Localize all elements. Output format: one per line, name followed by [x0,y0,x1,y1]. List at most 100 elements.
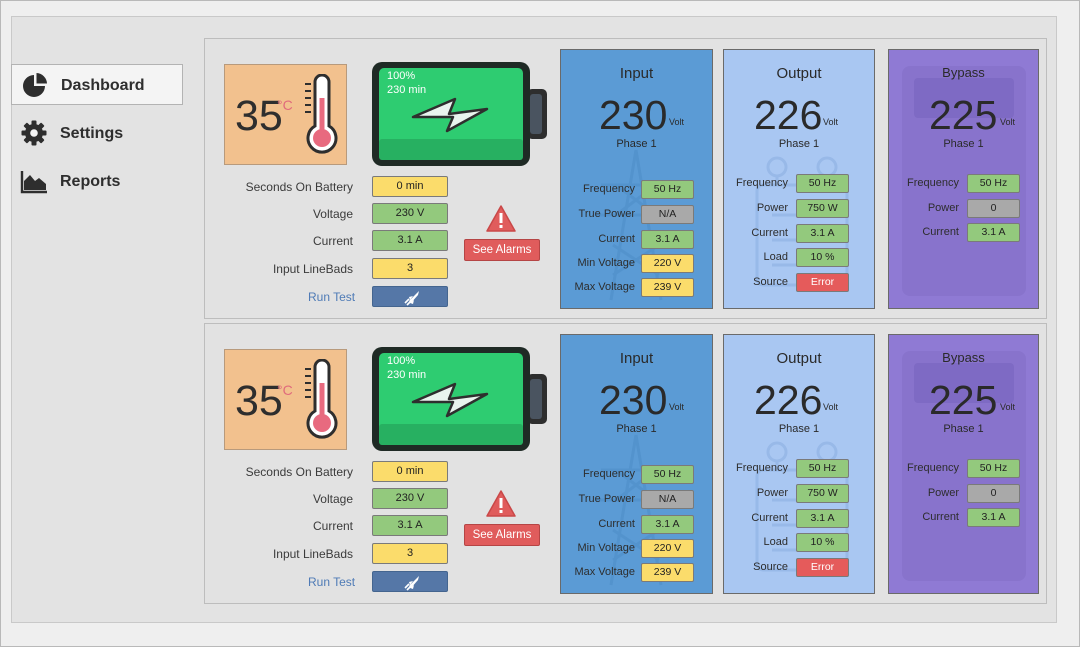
input-row-value: 239 V [641,278,694,297]
input-row-label: Frequency [583,468,635,480]
run-test-button[interactable] [372,286,448,307]
input-row-label: Current [598,233,635,245]
stat-value: 230 V [372,203,448,224]
output-row-label: Source [753,276,788,288]
stat-value: 3.1 A [372,230,448,251]
thermometer-icon [305,359,338,439]
bypass-row-label: Power [927,487,959,499]
bypass-row-label: Current [922,226,959,238]
battery-runtime: 230 min [387,84,427,96]
stat-label: Seconds On Battery [245,465,353,479]
output-title: Output [776,350,822,367]
input-row-label: Max Voltage [574,281,635,293]
sidebar-item-dashboard[interactable]: Dashboard [11,64,183,105]
output-row-label: Frequency [736,462,788,474]
bypass-card: Bypass 225 Volt Phase 1 Frequency 50 Hz Po… [888,49,1039,309]
temperature-unit: °C [277,382,293,398]
input-unit: Volt [669,402,685,412]
warning-icon [486,490,516,517]
input-row-value: 50 Hz [641,180,694,199]
stat-value: 3 [372,543,448,564]
temperature-box: 35 °C [224,64,347,165]
bypass-unit: Volt [1000,402,1016,412]
run-test-link[interactable]: Run Test [308,290,355,304]
input-row-value: 239 V [641,563,694,582]
stat-label: Voltage [312,207,353,221]
stat-label: Input LineBads [272,547,353,561]
input-row-value: 3.1 A [641,230,694,249]
input-voltage: 230 [599,377,668,423]
output-row-label: Power [756,487,788,499]
see-alarms-button[interactable]: See Alarms [464,239,540,261]
stat-label: Seconds On Battery [245,180,353,194]
output-row-label: Load [763,251,788,263]
output-card: Output 226 Volt Phase 1 Frequency 50 Hz Po… [723,334,875,594]
output-unit: Volt [823,117,839,127]
stat-value: 0 min [372,461,448,482]
output-row-value: 750 W [796,484,849,503]
sidebar-item-reports[interactable]: Reports [11,161,183,202]
temperature-box: 35 °C [224,349,347,450]
temperature-unit: °C [277,97,293,113]
input-card: Input 230 Volt Phase 1 Frequency 50 Hz Tru… [560,49,713,309]
bypass-row-label: Power [927,202,959,214]
bypass-row-value: 0 [967,484,1020,503]
input-row-label: True Power [578,493,635,505]
bypass-voltage: 225 [929,92,998,138]
ups-panel-1: 35 °C 100% 230 min Seconds On Battery 0 … [204,38,1047,319]
bypass-row-label: Frequency [907,177,959,189]
output-row-value: 750 W [796,199,849,218]
thermometer-icon [305,74,338,154]
stat-label: Current [312,519,353,533]
output-voltage: 226 [754,377,823,423]
input-row-value: 220 V [641,539,694,558]
stat-label: Voltage [312,492,353,506]
input-title: Input [619,65,654,82]
gear-icon [21,120,47,146]
input-row-label: Frequency [583,183,635,195]
output-row-label: Frequency [736,177,788,189]
stat-label: Current [312,234,353,248]
ups-panel-2: 35 °C 100% 230 min Seconds On Battery 0 … [204,323,1047,604]
input-row-label: Min Voltage [577,257,635,269]
temperature-value: 35 [235,92,283,140]
stat-value: 230 V [372,488,448,509]
bypass-card: Bypass 225 Volt Phase 1 Frequency 50 Hz Po… [888,334,1039,594]
sidebar-item-label: Reports [60,173,121,190]
bypass-row-value: 50 Hz [967,459,1020,478]
output-row-label: Current [751,512,788,524]
pie-chart-icon [23,73,47,97]
output-row-label: Source [753,561,788,573]
output-title: Output [776,65,822,82]
bypass-row-value: 0 [967,199,1020,218]
stat-value: 3 [372,258,448,279]
see-alarms-button[interactable]: See Alarms [464,524,540,546]
sidebar-item-label: Dashboard [61,77,145,94]
sidebar-item-settings[interactable]: Settings [11,113,183,154]
bypass-title: Bypass [942,65,985,80]
output-phase: Phase 1 [778,423,820,435]
bypass-voltage: 225 [929,377,998,423]
bypass-row-label: Current [922,511,959,523]
input-row-value: N/A [641,490,694,509]
run-test-link[interactable]: Run Test [308,575,355,589]
output-row-value: Error [796,558,849,577]
input-row-label: Current [598,518,635,530]
rocket-icon [404,291,419,306]
run-test-button[interactable] [372,571,448,592]
output-row-value: 50 Hz [796,459,849,478]
battery-readout: 100% 230 min [387,69,426,97]
sidebar-item-label: Settings [60,125,124,142]
battery-readout: 100% 230 min [387,354,426,382]
temperature-value: 35 [235,377,283,425]
input-row-value: 50 Hz [641,465,694,484]
bypass-row-value: 50 Hz [967,174,1020,193]
stat-value: 3.1 A [372,515,448,536]
battery-percent: 100% [387,355,416,367]
output-row-value: 3.1 A [796,509,849,528]
input-voltage: 230 [599,92,668,138]
output-phase: Phase 1 [778,138,820,150]
warning-icon [486,205,516,232]
input-row-label: True Power [578,208,635,220]
output-row-label: Load [763,536,788,548]
